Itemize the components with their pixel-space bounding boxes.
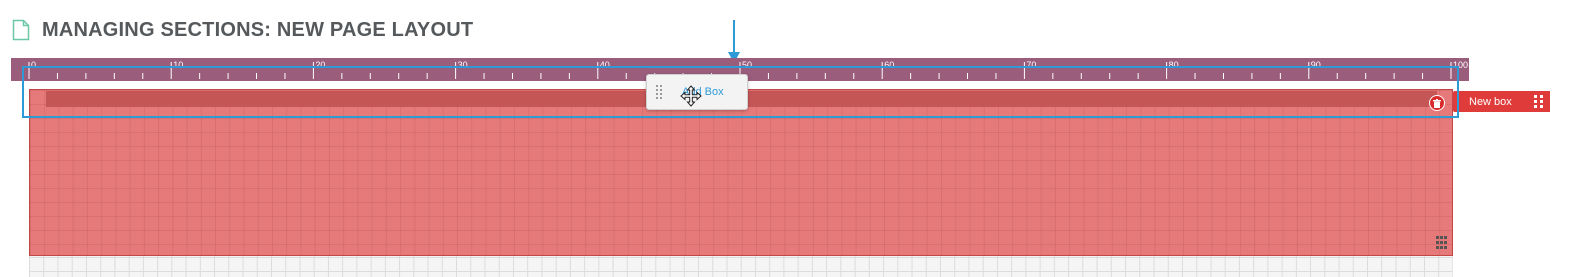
page-header: MANAGING SECTIONS: NEW PAGE LAYOUT <box>12 16 473 44</box>
trash-icon <box>1433 98 1441 108</box>
move-cursor-icon <box>680 85 702 107</box>
page-title: MANAGING SECTIONS: NEW PAGE LAYOUT <box>42 18 474 41</box>
new-box-tag[interactable]: New box <box>1453 91 1550 112</box>
new-box-label: New box <box>1469 95 1512 108</box>
drag-handle-icon[interactable] <box>1534 95 1543 108</box>
ruler-label: 30 <box>458 60 468 70</box>
ruler-label: 20 <box>315 60 325 70</box>
ruler-label: 0 <box>31 60 36 70</box>
ruler-label: 90 <box>1311 60 1321 70</box>
ruler-label: 60 <box>884 60 894 70</box>
ruler-label: 40 <box>600 60 610 70</box>
delete-box-button[interactable] <box>1429 95 1445 111</box>
ruler-label: 10 <box>173 60 183 70</box>
page-section[interactable] <box>29 89 1453 256</box>
ruler-label: 50 <box>742 60 752 70</box>
resize-handle-icon[interactable] <box>1436 236 1448 250</box>
ruler-label: 80 <box>1169 60 1179 70</box>
ruler-label: 100 <box>1453 60 1468 70</box>
drag-handle-icon <box>656 85 662 99</box>
document-icon <box>12 19 30 41</box>
ruler-label: 70 <box>1026 60 1036 70</box>
